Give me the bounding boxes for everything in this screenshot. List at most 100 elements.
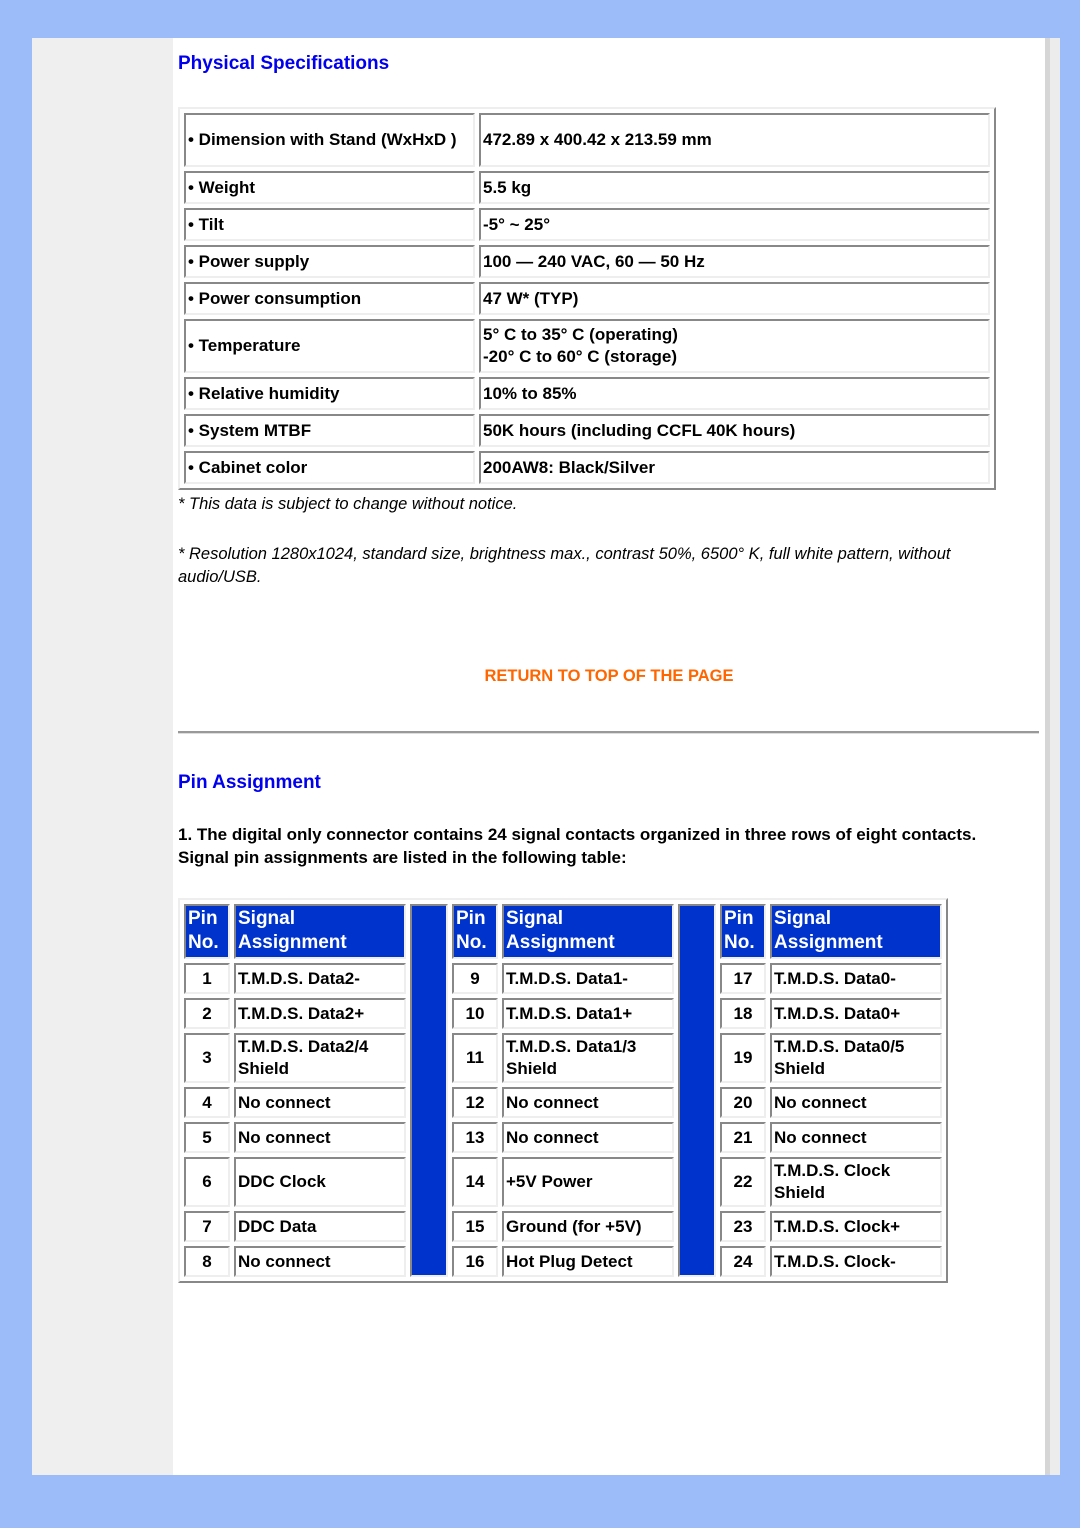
pin-number: 1 <box>184 963 230 994</box>
pin-number: 14 <box>452 1157 498 1207</box>
pin-number: 15 <box>452 1211 498 1242</box>
spec-row: • Dimension with Stand (WxHxD ) 472.89 x… <box>184 113 990 167</box>
spec-row: • Power supply 100 — 240 VAC, 60 — 50 Hz <box>184 245 990 278</box>
spec-label: • Tilt <box>184 208 475 241</box>
spec-value: 472.89 x 400.42 x 213.59 mm <box>479 113 990 167</box>
spec-row: • Weight 5.5 kg <box>184 171 990 204</box>
pin-number: 16 <box>452 1246 498 1277</box>
pin-row: 6 DDC Clock 14 +5V Power 22 T.M.D.S. Clock Sh… <box>184 1157 942 1207</box>
spec-label: • Relative humidity <box>184 377 475 410</box>
header-text: Signal <box>238 908 296 929</box>
pin-number: 10 <box>452 998 498 1029</box>
spec-row: • System MTBF 50K hours (including CCFL … <box>184 414 990 447</box>
spec-row: • Temperature 5° C to 35° C (operating) … <box>184 319 990 373</box>
column-separator <box>678 904 716 1277</box>
pin-number: 9 <box>452 963 498 994</box>
left-sidebar <box>32 38 173 1475</box>
pin-signal: No connect <box>770 1122 942 1153</box>
pin-signal: T.M.D.S. Data2+ <box>234 998 406 1029</box>
pin-row: 4 No connect 12 No connect 20 No connect <box>184 1087 942 1118</box>
pin-number: 12 <box>452 1087 498 1118</box>
pin-no-header: Pin No. <box>184 904 230 959</box>
spec-value-line: -20° C to 60° C (storage) <box>483 347 678 366</box>
spec-label: • Weight <box>184 171 475 204</box>
pin-signal: DDC Clock <box>234 1157 406 1207</box>
pin-signal: T.M.D.S. Data0/5 Shield <box>770 1033 942 1083</box>
pin-signal: Hot Plug Detect <box>502 1246 674 1277</box>
pin-row: 5 No connect 13 No connect 21 No connect <box>184 1122 942 1153</box>
pin-signal: T.M.D.S. Data0+ <box>770 998 942 1029</box>
section-divider <box>178 731 1039 734</box>
spec-value: 47 W* (TYP) <box>479 282 990 315</box>
pin-signal: DDC Data <box>234 1211 406 1242</box>
spec-row: • Tilt -5° ~ 25° <box>184 208 990 241</box>
header-text: No. <box>724 932 755 953</box>
spec-row: • Relative humidity 10% to 85% <box>184 377 990 410</box>
pin-signal: No connect <box>234 1087 406 1118</box>
page-frame: Physical Specifications • Dimension with… <box>32 38 1060 1475</box>
header-text: No. <box>188 932 219 953</box>
pin-row: 2 T.M.D.S. Data2+ 10 T.M.D.S. Data1+ 18 T.M.D… <box>184 998 942 1029</box>
spec-label: • System MTBF <box>184 414 475 447</box>
spec-value: -5° ~ 25° <box>479 208 990 241</box>
pin-signal: No connect <box>770 1087 942 1118</box>
pin-signal: No connect <box>234 1246 406 1277</box>
pin-number: 7 <box>184 1211 230 1242</box>
spec-row: • Power consumption 47 W* (TYP) <box>184 282 990 315</box>
spec-label: • Dimension with Stand (WxHxD ) <box>184 113 475 167</box>
pin-number: 13 <box>452 1122 498 1153</box>
pin-row: 1 T.M.D.S. Data2- 9 T.M.D.S. Data1- 17 T.M.D.… <box>184 963 942 994</box>
spec-label: • Power supply <box>184 245 475 278</box>
return-to-top-link[interactable]: RETURN TO TOP OF THE PAGE <box>178 667 1040 686</box>
pin-signal: T.M.D.S. Data2- <box>234 963 406 994</box>
signal-header: Signal Assignment <box>770 904 942 959</box>
pin-header-row: Pin No. Signal Assignment Pin No. Signal Ass… <box>184 904 942 1277</box>
spec-label: • Power consumption <box>184 282 475 315</box>
change-notice: * This data is subject to change without… <box>178 495 518 513</box>
header-text: Signal <box>506 908 564 929</box>
measurement-note: * Resolution 1280x1024, standard size, b… <box>178 545 951 586</box>
spec-row: • Cabinet color 200AW8: Black/Silver <box>184 451 990 484</box>
pin-assignment-table: Pin No. Signal Assignment Pin No. Signal Ass… <box>178 898 948 1283</box>
pin-number: 6 <box>184 1157 230 1207</box>
spec-value: 200AW8: Black/Silver <box>479 451 990 484</box>
pin-number: 24 <box>720 1246 766 1277</box>
header-text: Assignment <box>506 932 615 953</box>
physical-specifications-table: • Dimension with Stand (WxHxD ) 472.89 x… <box>178 107 996 490</box>
spec-value: 5.5 kg <box>479 171 990 204</box>
pin-row: 7 DDC Data 15 Ground (for +5V) 23 T.M.D.S. Cl… <box>184 1211 942 1242</box>
pin-number: 19 <box>720 1033 766 1083</box>
pin-no-header: Pin No. <box>720 904 766 959</box>
spec-label: • Cabinet color <box>184 451 475 484</box>
header-text: Assignment <box>774 932 883 953</box>
pin-signal: +5V Power <box>502 1157 674 1207</box>
pin-assignment-heading: Pin Assignment <box>178 772 321 793</box>
header-text: Pin <box>724 908 754 929</box>
pin-signal: T.M.D.S. Data1+ <box>502 998 674 1029</box>
pin-signal: No connect <box>502 1087 674 1118</box>
pin-signal: T.M.D.S. Clock+ <box>770 1211 942 1242</box>
pin-number: 4 <box>184 1087 230 1118</box>
pin-number: 22 <box>720 1157 766 1207</box>
pin-signal: No connect <box>502 1122 674 1153</box>
signal-header: Signal Assignment <box>502 904 674 959</box>
pin-signal: Ground (for +5V) <box>502 1211 674 1242</box>
pin-number: 8 <box>184 1246 230 1277</box>
pin-signal: T.M.D.S. Data1- <box>502 963 674 994</box>
pin-number: 20 <box>720 1087 766 1118</box>
spec-label: • Temperature <box>184 319 475 373</box>
header-text: Pin <box>456 908 486 929</box>
pin-number: 3 <box>184 1033 230 1083</box>
pin-assignment-intro: 1. The digital only connector contains 2… <box>178 825 977 867</box>
pin-signal: T.M.D.S. Clock- <box>770 1246 942 1277</box>
spec-value: 100 — 240 VAC, 60 — 50 Hz <box>479 245 990 278</box>
pin-number: 17 <box>720 963 766 994</box>
spec-value-line: 5° C to 35° C (operating) <box>483 325 678 344</box>
column-separator <box>410 904 448 1277</box>
pin-number: 2 <box>184 998 230 1029</box>
pin-number: 21 <box>720 1122 766 1153</box>
pin-number: 23 <box>720 1211 766 1242</box>
scrollbar-gutter[interactable] <box>1050 38 1060 1475</box>
spec-value: 10% to 85% <box>479 377 990 410</box>
pin-row: 8 No connect 16 Hot Plug Detect 24 T.M.D.S. C… <box>184 1246 942 1277</box>
